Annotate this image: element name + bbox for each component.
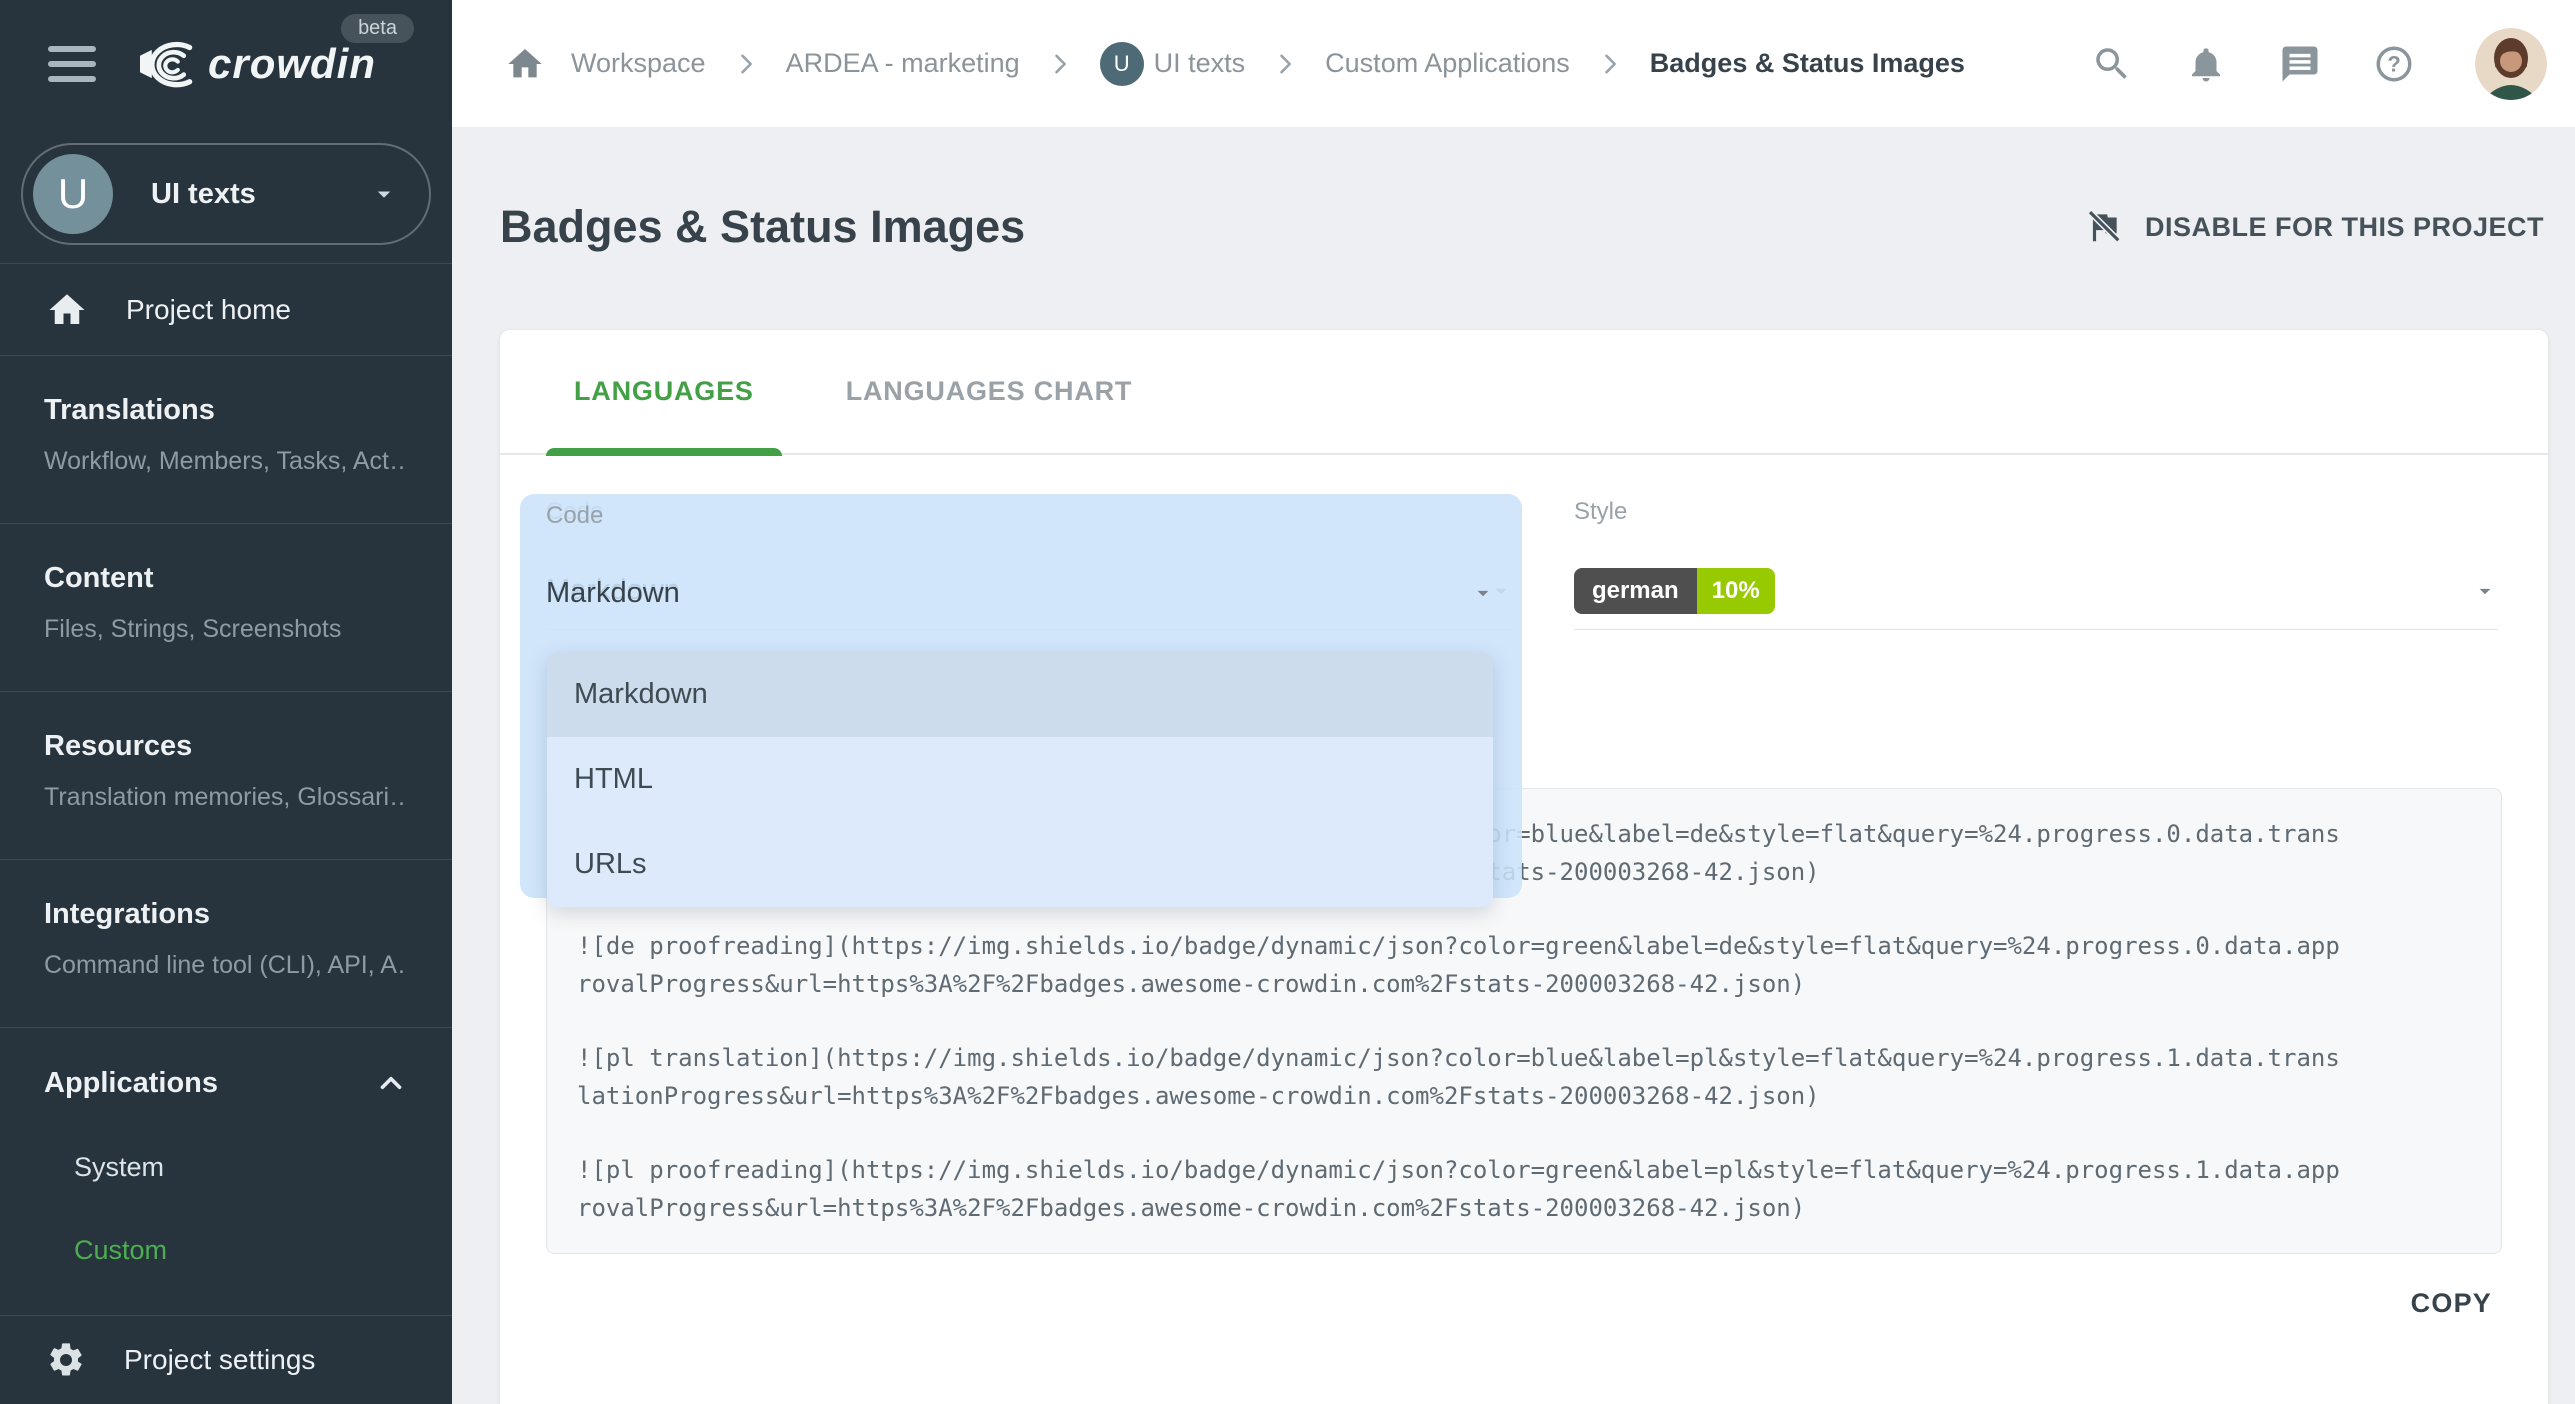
page-title: Badges & Status Images: [500, 201, 1025, 253]
disable-for-project-button[interactable]: DISABLE FOR THIS PROJECT: [2081, 202, 2548, 252]
app-window: crowdin beta U UI texts Project home Tra…: [0, 0, 2575, 1404]
user-avatar-image: [2475, 28, 2547, 100]
sidebar-item-applications: Applications System Custom: [0, 1028, 452, 1315]
logo-text: crowdin: [208, 40, 376, 88]
caret-down-icon: [369, 179, 399, 209]
copy-row: COPY: [500, 1282, 2502, 1325]
section-title: Resources: [44, 730, 408, 763]
code-paragraph: ![pl translation](https://img.shields.io…: [577, 1039, 2471, 1115]
sidebar: crowdin beta U UI texts Project home Tra…: [0, 0, 452, 1404]
breadcrumb-item-with-avatar[interactable]: U UI texts: [1100, 42, 1246, 86]
sidebar-item-integrations[interactable]: Integrations Command line tool (CLI), AP…: [0, 860, 452, 1027]
svg-text:?: ?: [2387, 51, 2400, 76]
style-select-field: Style german 10%: [1574, 498, 2498, 630]
sidebar-item-system[interactable]: System: [44, 1152, 408, 1183]
breadcrumb-item-current: Badges & Status Images: [1650, 48, 1965, 79]
project-name: UI texts: [151, 178, 256, 211]
section-title: Translations: [44, 394, 408, 427]
gear-icon: [46, 1340, 86, 1380]
flag-off-icon: [2085, 208, 2123, 246]
top-bar: Workspace ARDEA - marketing U UI texts C…: [452, 0, 2575, 127]
section-subtitle: Workflow, Members, Tasks, Act…: [44, 447, 408, 476]
title-row: Badges & Status Images DISABLE FOR THIS …: [500, 197, 2548, 257]
code-select-value: Markdown: [546, 577, 680, 610]
breadcrumb: Workspace ARDEA - marketing U UI texts C…: [505, 42, 1965, 86]
project-selector[interactable]: U UI texts: [21, 143, 431, 245]
chevron-right-icon: [1046, 50, 1074, 78]
badges-card: LANGUAGES LANGUAGES CHART Code Markdown …: [500, 330, 2548, 1404]
option-urls[interactable]: URLs: [547, 822, 1493, 907]
code-select-field: Code Markdown Code Markdown: [546, 498, 1514, 630]
sidebar-item-custom[interactable]: Custom: [44, 1235, 408, 1266]
home-icon: [46, 289, 88, 331]
style-select[interactable]: german 10%: [1574, 552, 2498, 630]
section-title: Content: [44, 562, 408, 595]
tab-bar: LANGUAGES LANGUAGES CHART: [500, 330, 2548, 455]
code-select-label: Code: [546, 502, 603, 529]
sidebar-item-project-settings[interactable]: Project settings: [0, 1316, 452, 1404]
chevron-right-icon: [1596, 50, 1624, 78]
breadcrumb-item[interactable]: Workspace: [571, 48, 706, 79]
option-html[interactable]: HTML: [547, 737, 1493, 822]
search-icon[interactable]: [2091, 43, 2133, 85]
style-select-label: Style: [1574, 498, 2498, 528]
copy-button[interactable]: COPY: [2401, 1282, 2502, 1325]
code-paragraph: ![pl proofreading](https://img.shields.i…: [577, 1151, 2471, 1227]
breadcrumb-item[interactable]: ARDEA - marketing: [786, 48, 1020, 79]
home-icon[interactable]: [505, 44, 545, 84]
project-avatar: U: [33, 154, 113, 234]
main-region: Workspace ARDEA - marketing U UI texts C…: [452, 0, 2575, 1404]
sidebar-item-label: Project settings: [124, 1344, 315, 1376]
beta-badge: beta: [341, 14, 414, 43]
chevron-right-icon: [732, 50, 760, 78]
caret-down-icon: [1470, 580, 1496, 606]
page-content: Badges & Status Images DISABLE FOR THIS …: [452, 127, 2575, 1404]
code-paragraph: ![de proofreading](https://img.shields.i…: [577, 927, 2471, 1003]
badge-preview-value: 10%: [1697, 568, 1775, 614]
chevron-right-icon: [1271, 50, 1299, 78]
sidebar-item-content[interactable]: Content Files, Strings, Screenshots: [0, 524, 452, 691]
section-subtitle: Command line tool (CLI), API, A…: [44, 951, 408, 980]
badge-preview: german 10%: [1574, 568, 1775, 614]
disable-button-label: DISABLE FOR THIS PROJECT: [2145, 212, 2544, 243]
sidebar-item-resources[interactable]: Resources Translation memories, Glossari…: [0, 692, 452, 859]
option-markdown[interactable]: Markdown: [547, 652, 1493, 737]
sidebar-header: crowdin beta: [0, 0, 452, 127]
sidebar-item-label: Project home: [126, 294, 291, 326]
applications-header[interactable]: Applications: [44, 1066, 408, 1100]
selects-row: Code Markdown Code Markdown: [546, 498, 2498, 630]
topbar-actions: ?: [2091, 28, 2547, 100]
breadcrumb-item: UI texts: [1154, 48, 1246, 79]
user-avatar[interactable]: [2475, 28, 2547, 100]
code-select-open[interactable]: Markdown: [546, 554, 1496, 632]
tab-languages[interactable]: LANGUAGES: [546, 329, 782, 454]
badge-preview-label: german: [1574, 568, 1697, 614]
crowdin-logo[interactable]: crowdin: [134, 38, 376, 90]
notifications-bell-icon[interactable]: [2185, 43, 2227, 85]
breadcrumb-item[interactable]: Custom Applications: [1325, 48, 1570, 79]
code-select-options-list: Markdown HTML URLs: [547, 652, 1493, 907]
section-subtitle: Translation memories, Glossari…: [44, 783, 408, 812]
hamburger-menu-icon[interactable]: [48, 46, 96, 82]
code-select-dropdown-panel: Code Markdown Markdown HTML URLs: [520, 494, 1522, 898]
chevron-up-icon: [374, 1066, 408, 1100]
sidebar-item-translations[interactable]: Translations Workflow, Members, Tasks, A…: [0, 356, 452, 523]
crowdin-logo-icon: [134, 38, 198, 90]
help-icon[interactable]: ?: [2373, 43, 2415, 85]
section-title: Applications: [44, 1067, 218, 1100]
section-title: Integrations: [44, 898, 408, 931]
project-avatar: U: [1100, 42, 1144, 86]
section-subtitle: Files, Strings, Screenshots: [44, 615, 408, 644]
sidebar-item-project-home[interactable]: Project home: [0, 264, 452, 355]
caret-down-icon: [2472, 578, 2498, 604]
messages-chat-icon[interactable]: [2279, 43, 2321, 85]
tab-languages-chart[interactable]: LANGUAGES CHART: [818, 329, 1161, 454]
